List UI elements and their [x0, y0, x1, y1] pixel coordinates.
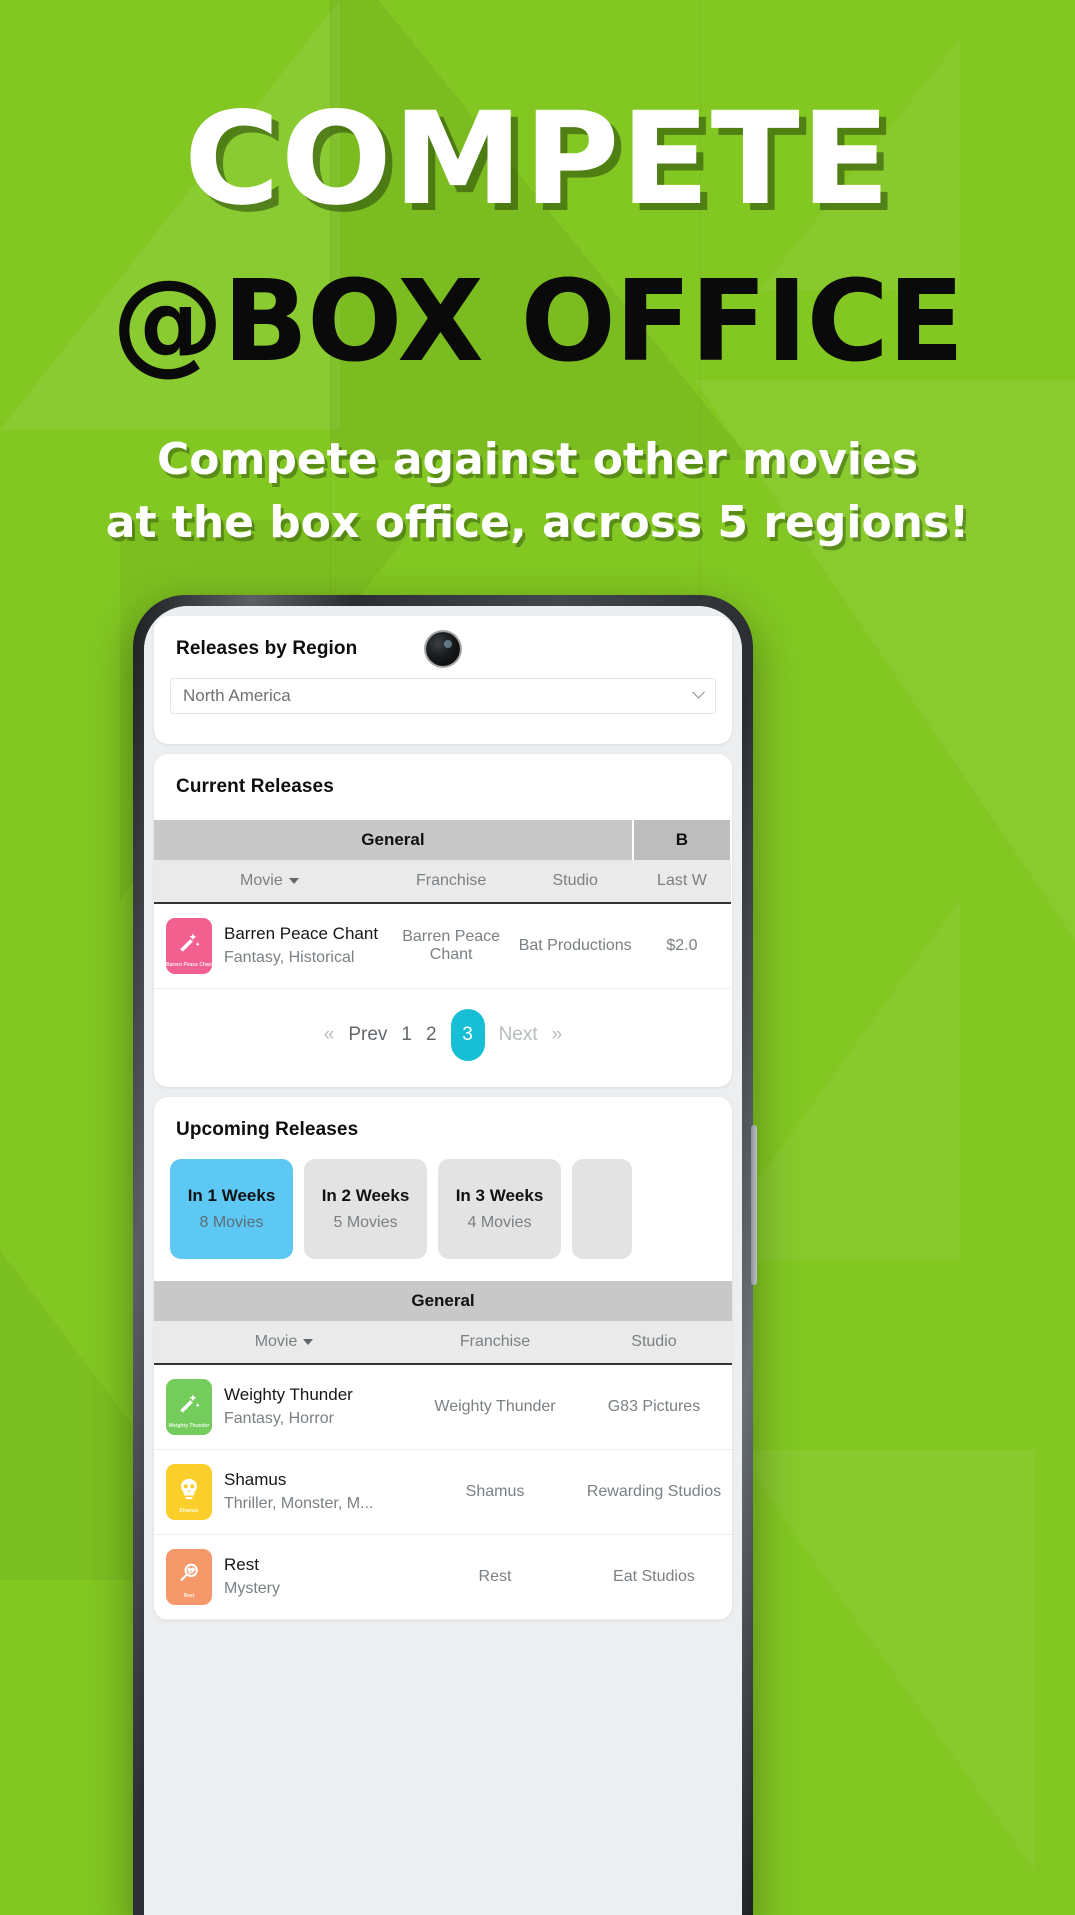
table-row[interactable]: Rest Rest Mystery Rest Eat Studios [154, 1534, 732, 1620]
phone-side-button-icon [751, 1125, 757, 1285]
pagination-page-2[interactable]: 2 [426, 1024, 437, 1046]
subtitle-line-1: Compete against other movies [156, 434, 919, 485]
sort-desc-icon [288, 877, 299, 884]
front-camera-icon [426, 632, 460, 666]
column-header-studio[interactable]: Studio [517, 860, 633, 904]
movie-genres: Fantasy, Historical [224, 949, 355, 967]
week-tabs: In 1 Weeks 8 Movies In 2 Weeks 5 Movies … [154, 1141, 732, 1259]
pagination-prev-chevron-icon[interactable]: « [324, 1024, 335, 1046]
phone-frame: Releases by Region North America Current… [133, 595, 757, 1915]
franchise-cell: Weighty Thunder [414, 1364, 576, 1450]
week-tab-3-count: 4 Movies [467, 1214, 532, 1231]
studio-cell: Rewarding Studios [575, 1449, 732, 1535]
week-tab-1-label: In 1 Weeks [187, 1186, 276, 1205]
region-select-value: North America [183, 686, 291, 705]
movie-cell: Weighty Thunder Weighty Thunder Fantasy,… [154, 1364, 415, 1450]
pagination-page-3-active[interactable]: 3 [450, 1009, 485, 1061]
week-tab-2[interactable]: In 2 Weeks 5 Movies [304, 1159, 427, 1259]
franchise-cell: Rest [414, 1534, 576, 1620]
column-header-movie[interactable]: Movie [154, 860, 385, 904]
current-releases-card: Current Releases General B Movie Franchi… [154, 754, 732, 1087]
upcoming-group-header-row: General [154, 1281, 732, 1321]
region-select[interactable]: North America [170, 678, 716, 714]
group-header-general: General [154, 820, 634, 860]
upcoming-releases-table-wrap: General Movie Franchise Studio Weighty T… [154, 1281, 732, 1620]
table-row[interactable]: Shamus Shamus Thriller, Monster, M... Sh… [154, 1449, 732, 1535]
week-tab-1-count: 8 Movies [199, 1214, 264, 1231]
chevron-down-icon [692, 685, 705, 699]
week-tab-1[interactable]: In 1 Weeks 8 Movies [170, 1159, 293, 1259]
studio-cell: Bat Productions [517, 903, 633, 989]
poster-headline-block: COMPETE @BOX OFFICE Compete against othe… [0, 0, 1075, 550]
app-screen-content: Releases by Region North America Current… [144, 606, 742, 1915]
upcoming-group-header-general: General [154, 1281, 732, 1321]
app-store-promo-poster: COMPETE @BOX OFFICE Compete against othe… [0, 0, 1075, 1915]
pagination-next-chevron-icon[interactable]: » [552, 1024, 563, 1046]
magic-wand-icon: Barren Peace Chant [166, 918, 212, 974]
current-releases-table-wrap: General B Movie Franchise Studio Last W [154, 820, 732, 989]
movie-cell: Rest Rest Mystery [154, 1534, 415, 1620]
franchise-cell: Shamus [414, 1449, 576, 1535]
table-row[interactable]: Barren Peace Chant Barren Peace Chant Fa… [154, 903, 731, 989]
magnifier-icon: Rest [166, 1549, 212, 1605]
movie-cell: Shamus Shamus Thriller, Monster, M... [154, 1449, 415, 1535]
movie-genres: Mystery [224, 1580, 280, 1598]
movie-genres: Fantasy, Horror [224, 1410, 334, 1428]
column-header-movie-label: Movie [240, 872, 283, 889]
upcoming-releases-table: General Movie Franchise Studio Weighty T… [154, 1281, 732, 1620]
pagination-page-1[interactable]: 1 [401, 1024, 412, 1046]
poster-mini-caption: Weighty Thunder [168, 1423, 210, 1429]
upcoming-column-header-movie-label: Movie [254, 1333, 298, 1350]
movie-title: Weighty Thunder [224, 1385, 353, 1405]
week-tab-3-label: In 3 Weeks [455, 1186, 544, 1205]
phone-mockup: Releases by Region North America Current… [133, 595, 757, 1915]
upcoming-releases-card: Upcoming Releases In 1 Weeks 8 Movies In… [154, 1097, 732, 1620]
movie-cell: Barren Peace Chant Barren Peace Chant Fa… [154, 903, 385, 989]
movie-title: Shamus [224, 1470, 287, 1490]
week-tab-3[interactable]: In 3 Weeks 4 Movies [438, 1159, 561, 1259]
group-header-b: B [632, 820, 732, 860]
week-tab-2-count: 5 Movies [333, 1214, 398, 1231]
poster-mini-caption: Rest [183, 1593, 195, 1599]
table-row[interactable]: Weighty Thunder Weighty Thunder Fantasy,… [154, 1364, 732, 1450]
pagination: « Prev 1 2 3 Next » [154, 989, 732, 1087]
movie-title: Barren Peace Chant [224, 924, 379, 944]
magic-wand-icon: Weighty Thunder [166, 1379, 212, 1435]
subtitle-line-2: at the box office, across 5 regions! [105, 496, 970, 548]
skull-icon: Shamus [166, 1464, 212, 1520]
movie-genres: Thriller, Monster, M... [224, 1495, 374, 1513]
movie-title: Rest [224, 1555, 259, 1575]
group-header-row: General B [154, 820, 732, 860]
week-tab-4-partial[interactable] [572, 1159, 632, 1259]
pagination-next-button[interactable]: Next [499, 1024, 538, 1046]
upcoming-column-header-row: Movie Franchise Studio [154, 1321, 732, 1365]
studio-cell: G83 Pictures [575, 1364, 732, 1450]
column-header-row: Movie Franchise Studio Last W [154, 860, 731, 904]
poster-subtitle: Compete against other movies at the box … [0, 434, 1075, 550]
last-week-cell: $2.0 [632, 903, 731, 989]
studio-cell: Eat Studios [575, 1534, 732, 1620]
upcoming-column-header-studio[interactable]: Studio [575, 1321, 732, 1365]
sort-desc-icon [303, 1338, 314, 1345]
column-header-last-week[interactable]: Last W [632, 860, 731, 904]
franchise-cell: Barren Peace Chant [384, 903, 518, 989]
headline-line-2: @BOX OFFICE [111, 257, 965, 387]
upcoming-releases-title: Upcoming Releases [176, 1119, 359, 1140]
current-releases-title: Current Releases [176, 776, 334, 797]
column-header-franchise[interactable]: Franchise [384, 860, 518, 904]
poster-mini-caption: Shamus [179, 1508, 199, 1514]
poster-mini-caption: Barren Peace Chant [166, 962, 212, 968]
pagination-prev-button[interactable]: Prev [348, 1024, 387, 1046]
current-releases-table: General B Movie Franchise Studio Last W [154, 820, 732, 989]
headline-line-1: COMPETE [184, 85, 891, 234]
phone-screen: Releases by Region North America Current… [144, 606, 742, 1915]
week-tab-2-label: In 2 Weeks [321, 1186, 410, 1205]
upcoming-column-header-franchise[interactable]: Franchise [414, 1321, 576, 1365]
upcoming-column-header-movie[interactable]: Movie [154, 1321, 415, 1365]
